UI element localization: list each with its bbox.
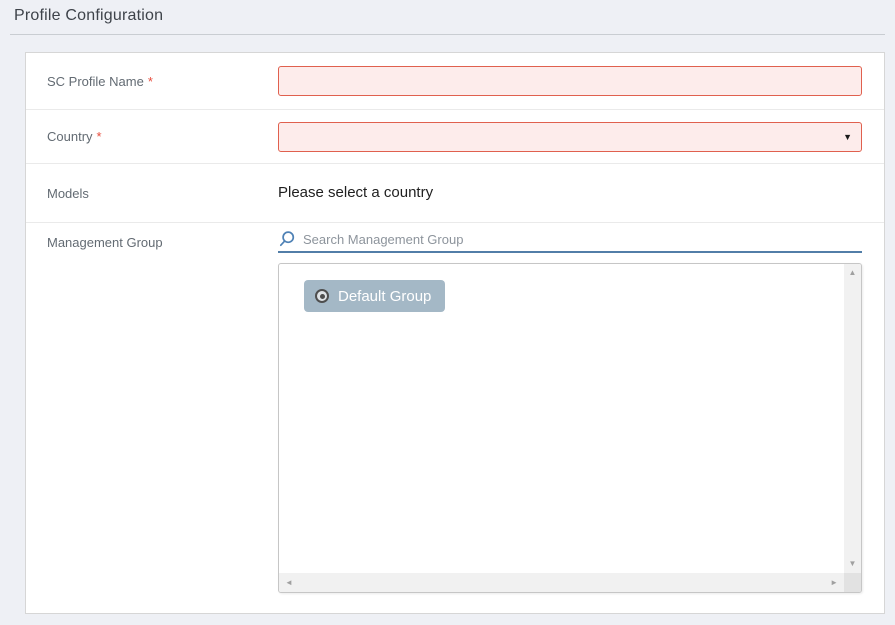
group-item-default-group[interactable]: Default Group (304, 280, 445, 312)
scrollbar-corner (844, 573, 861, 592)
management-group-label-text: Management Group (47, 235, 163, 250)
sc-profile-name-input[interactable] (278, 66, 862, 96)
scroll-up-icon[interactable]: ▲ (849, 269, 857, 277)
search-icon (278, 230, 296, 248)
search-input[interactable] (303, 232, 862, 247)
scroll-left-icon[interactable]: ◄ (285, 579, 293, 587)
management-group-control: Default Group ▲ ▼ ◄ ► (278, 223, 884, 593)
models-control: Please select a country (278, 184, 884, 202)
page-header: Profile Configuration (0, 0, 895, 25)
group-item-label: Default Group (338, 288, 431, 305)
radio-selected-icon (315, 289, 329, 303)
country-label: Country * (26, 129, 278, 144)
models-message: Please select a country (278, 184, 433, 201)
country-row: Country * ▼ (26, 110, 884, 164)
country-select[interactable]: ▼ (278, 122, 884, 152)
models-label: Models (26, 186, 278, 201)
models-row: Models Please select a country (26, 164, 884, 223)
required-asterisk: * (148, 74, 153, 89)
management-group-search (278, 230, 862, 253)
sc-profile-name-control (278, 66, 884, 96)
profile-configuration-panel: SC Profile Name * Country * ▼ Models Pleas… (25, 52, 885, 614)
horizontal-scrollbar[interactable]: ◄ ► (279, 573, 844, 592)
vertical-scrollbar[interactable]: ▲ ▼ (844, 264, 861, 573)
management-group-listbox[interactable]: Default Group ▲ ▼ ◄ ► (278, 263, 862, 593)
management-group-row: Management Group Default Group ▲ (26, 223, 884, 611)
sc-profile-name-label: SC Profile Name * (26, 74, 278, 89)
country-select-field[interactable] (278, 122, 862, 152)
scroll-down-icon[interactable]: ▼ (849, 560, 857, 568)
management-group-label: Management Group (26, 223, 278, 250)
models-label-text: Models (47, 186, 89, 201)
sc-profile-name-row: SC Profile Name * (26, 53, 884, 110)
header-divider (10, 34, 885, 35)
country-label-text: Country (47, 129, 93, 144)
sc-profile-name-label-text: SC Profile Name (47, 74, 144, 89)
scroll-right-icon[interactable]: ► (830, 579, 838, 587)
required-asterisk: * (97, 129, 102, 144)
page-title: Profile Configuration (14, 7, 895, 25)
